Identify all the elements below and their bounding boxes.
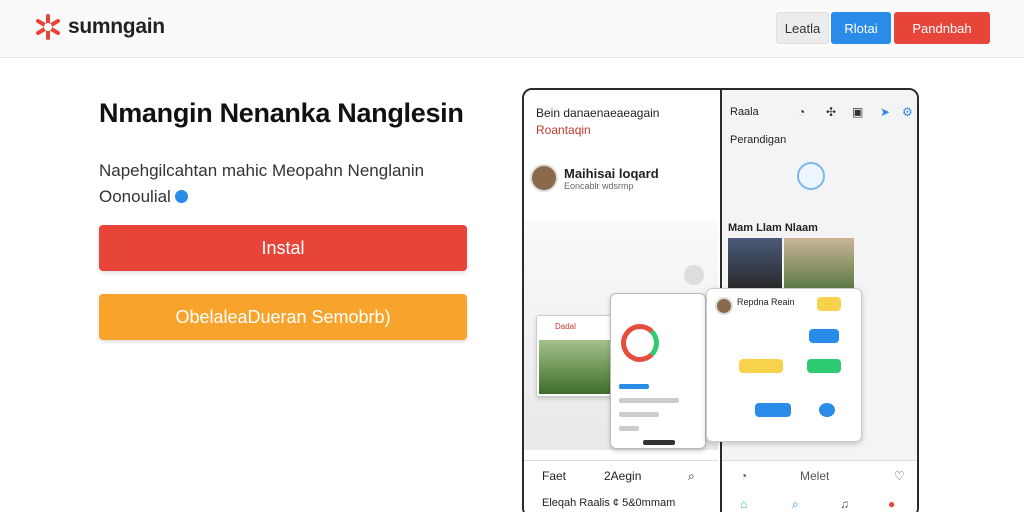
preview-left-pane: Bein danaenaeaeagain Roantaqin Maihisai …	[524, 90, 718, 512]
preview-sub-phone	[610, 293, 706, 449]
hero-subtitle: Napehgilcahtan mahic Meopahn Nenglanin O…	[99, 158, 479, 210]
home-icon[interactable]: ⌂	[740, 497, 747, 511]
search-icon[interactable]: ⌕	[792, 497, 799, 512]
footer-line2: Eleqah Raalis ¢ 5&0mmam	[542, 497, 676, 509]
asterisk-logo-icon	[36, 14, 60, 40]
action-pill[interactable]	[807, 359, 841, 373]
image-icon[interactable]: ▣	[852, 105, 863, 119]
bell-icon[interactable]: ♫	[840, 497, 849, 511]
search-icon[interactable]: ⌕	[688, 469, 695, 484]
settings-icon[interactable]: ⚙	[902, 105, 913, 119]
app-preview-mockup: Bein danaenaeaeagain Roantaqin Maihisai …	[522, 88, 919, 512]
brand-name: sumngain	[68, 15, 165, 38]
action-pill[interactable]	[809, 329, 839, 343]
right-pane-section: Perandigan	[730, 134, 787, 146]
share-icon[interactable]: ✣	[826, 105, 836, 119]
card-name: Repdna Reain	[737, 297, 795, 307]
sub-phone-line	[619, 412, 659, 417]
preview-profile-card: Repdna Reain	[706, 288, 862, 442]
login-button[interactable]: Leatla	[776, 12, 829, 44]
top-navbar: sumngain Leatla Rlotai Pandnbah	[0, 0, 1024, 58]
avatar	[530, 164, 558, 192]
preview-heading: Bein danaenaeaeagain	[536, 106, 660, 120]
user-icon[interactable]: ●	[888, 497, 895, 511]
home-indicator	[643, 440, 675, 445]
footer-label-right: Melet	[800, 469, 830, 483]
loading-spinner-icon	[797, 162, 825, 190]
mini-card-image	[539, 340, 613, 394]
pin-icon[interactable]: ➤	[880, 105, 890, 119]
right-pane-subsection: Mam Llam Nlaam	[728, 222, 818, 234]
heart-icon[interactable]: ♡	[894, 469, 905, 483]
footer-label-left: Faet	[542, 469, 567, 483]
hero-title: Nmangin Nenanka Nanglesin	[99, 98, 464, 128]
info-badge-icon[interactable]	[174, 190, 188, 204]
mini-card-title: Dadal	[555, 322, 576, 331]
hero-subtitle-line2-text: Oonoulial	[99, 187, 171, 206]
signup-button[interactable]: Pandnbah	[894, 12, 990, 44]
photo-thumbnail[interactable]	[728, 238, 782, 288]
round-action-icon[interactable]	[819, 403, 835, 417]
preview-mini-card: Dadal	[536, 315, 616, 397]
preview-left-footer: Faet 2Aegin ⌕ Eleqah Raalis ¢ 5&0mmam	[524, 460, 718, 512]
sub-phone-line	[619, 398, 679, 403]
progress-ring-icon	[621, 324, 659, 362]
sub-phone-line	[619, 384, 649, 389]
sub-phone-line	[619, 426, 639, 431]
right-pane-title: Raala	[730, 106, 759, 118]
profile-name: Maihisai loqard	[564, 165, 659, 181]
profile-subtitle: Eoncablr wdsrmp	[564, 180, 634, 191]
circle-button-icon	[684, 265, 704, 285]
avatar	[715, 297, 733, 315]
install-button[interactable]: Instal	[99, 225, 467, 271]
clock-icon[interactable]: ◔	[740, 469, 747, 483]
action-pill[interactable]	[755, 403, 791, 417]
photo-thumbnail[interactable]	[784, 238, 854, 288]
hero-subtitle-line2: Oonoulial	[99, 184, 479, 210]
preview-right-pane: Raala ◔ ✣ ▣ ➤ ⚙ Perandigan Mam Llam Nlaa…	[706, 90, 917, 512]
hero-subtitle-line1: Napehgilcahtan mahic Meopahn Nenglanin	[99, 161, 425, 180]
clock-icon[interactable]: ◔	[798, 105, 805, 119]
brand-logo[interactable]: sumngain	[34, 13, 165, 41]
preview-right-footer: ◔ Melet ♡ ⌂ ⌕ ♫ ●	[722, 460, 917, 512]
secondary-cta-button[interactable]: ObelaleaDueran Semobrb)	[99, 294, 467, 340]
preview-subheading: Roantaqin	[536, 123, 591, 137]
status-pill	[817, 297, 841, 311]
free-button[interactable]: Rlotai	[831, 12, 891, 44]
preview-profile: Maihisai loqard Eoncablr wdsrmp	[530, 164, 659, 192]
status-pill	[739, 359, 783, 373]
footer-label-mid: 2Aegin	[604, 469, 642, 483]
